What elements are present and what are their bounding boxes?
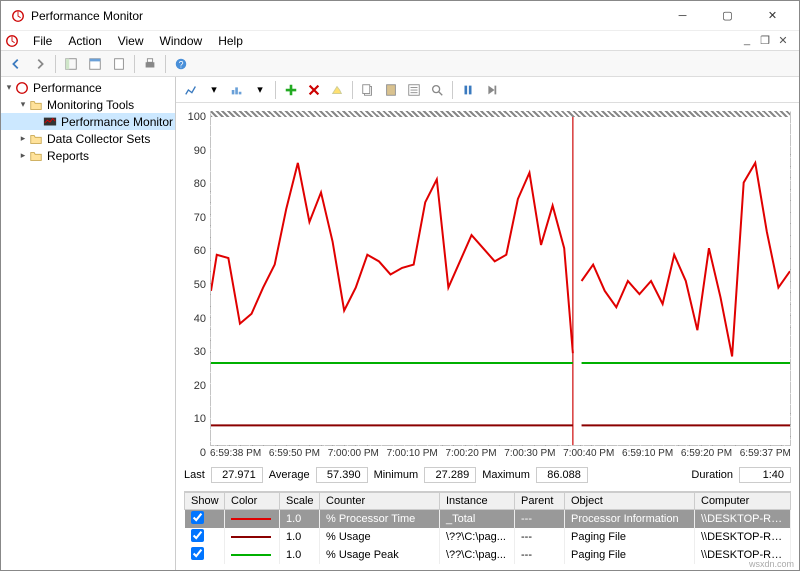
table-row[interactable]: 1.0% Usage Peak\??\C:\pag...---Paging Fi… <box>185 546 791 564</box>
col-show[interactable]: Show <box>185 493 225 510</box>
main-pane: ▾ ▾ 1009080706050403020100 6:59:38 PM6:5… <box>176 77 799 570</box>
max-label: Maximum <box>482 469 530 481</box>
last-label: Last <box>184 469 205 481</box>
col-scale[interactable]: Scale <box>280 493 320 510</box>
back-button[interactable] <box>5 53 27 75</box>
properties-button[interactable] <box>84 53 106 75</box>
highlight-button[interactable] <box>326 79 348 101</box>
tree-node-performance-monitor[interactable]: Performance Monitor <box>1 113 175 130</box>
chart-area[interactable] <box>210 111 791 446</box>
menu-action[interactable]: Action <box>60 32 109 50</box>
properties-button[interactable] <box>403 79 425 101</box>
delete-counter-button[interactable] <box>303 79 325 101</box>
view-histogram-button[interactable] <box>226 79 248 101</box>
dur-label: Duration <box>691 469 733 481</box>
zoom-button[interactable] <box>426 79 448 101</box>
main-toolbar: ? <box>1 51 799 77</box>
max-value: 86.088 <box>536 467 588 483</box>
last-value: 27.971 <box>211 467 263 483</box>
tree-node-data-collector-sets[interactable]: ▸Data Collector Sets <box>1 130 175 147</box>
show-checkbox[interactable] <box>191 547 204 560</box>
col-color[interactable]: Color <box>225 493 280 510</box>
menu-view[interactable]: View <box>110 32 152 50</box>
svg-text:?: ? <box>179 59 184 69</box>
menu-help[interactable]: Help <box>210 32 251 50</box>
x-axis-labels: 6:59:38 PM6:59:50 PM7:00:00 PM7:00:10 PM… <box>210 446 791 459</box>
min-label: Minimum <box>374 469 419 481</box>
minimize-button[interactable]: ─ <box>660 1 705 30</box>
show-checkbox[interactable] <box>191 529 204 542</box>
copy-button[interactable] <box>357 79 379 101</box>
mdi-close-button[interactable]: ✕ <box>775 34 791 47</box>
export-button[interactable] <box>108 53 130 75</box>
tree-node-monitoring-tools[interactable]: ▾Monitoring Tools <box>1 96 175 113</box>
min-value: 27.289 <box>424 467 476 483</box>
dur-value: 1:40 <box>739 467 791 483</box>
counter-table[interactable]: ShowColorScaleCounterInstanceParentObjec… <box>184 491 791 564</box>
y-axis-labels: 1009080706050403020100 <box>184 111 210 459</box>
app-icon-small <box>5 34 19 48</box>
table-row[interactable]: 1.0% Usage\??\C:\pag...---Paging File\\D… <box>185 528 791 546</box>
close-button[interactable]: ✕ <box>750 1 795 30</box>
paste-button[interactable] <box>380 79 402 101</box>
nav-tree[interactable]: ▾Performance▾Monitoring ToolsPerformance… <box>1 77 176 570</box>
stats-bar: Last 27.971 Average 57.390 Minimum 27.28… <box>176 461 799 489</box>
forward-button[interactable] <box>29 53 51 75</box>
freeze-button[interactable] <box>457 79 479 101</box>
app-icon <box>11 9 25 23</box>
watermark: wsxdn.com <box>749 559 794 569</box>
tree-node-reports[interactable]: ▸Reports <box>1 147 175 164</box>
add-counter-button[interactable] <box>280 79 302 101</box>
col-counter[interactable]: Counter <box>320 493 440 510</box>
col-computer[interactable]: Computer <box>695 493 791 510</box>
col-instance[interactable]: Instance <box>440 493 515 510</box>
mdi-restore-button[interactable]: ❐ <box>757 34 773 47</box>
window-title: Performance Monitor <box>31 9 143 23</box>
show-hide-tree-button[interactable] <box>60 53 82 75</box>
menu-window[interactable]: Window <box>152 32 211 50</box>
view-chart-button[interactable] <box>180 79 202 101</box>
dropdown-icon[interactable]: ▾ <box>249 79 271 101</box>
mdi-minimize-button[interactable]: _ <box>739 34 755 47</box>
avg-value: 57.390 <box>316 467 368 483</box>
print-button[interactable] <box>139 53 161 75</box>
chart-toolbar: ▾ ▾ <box>176 77 799 103</box>
table-row[interactable]: 1.0% Processor Time_Total---Processor In… <box>185 510 791 529</box>
maximize-button[interactable]: ▢ <box>705 1 750 30</box>
col-parent[interactable]: Parent <box>515 493 565 510</box>
update-button[interactable] <box>480 79 502 101</box>
avg-label: Average <box>269 469 310 481</box>
menu-file[interactable]: File <box>25 32 60 50</box>
dropdown-icon[interactable]: ▾ <box>203 79 225 101</box>
titlebar: Performance Monitor ─ ▢ ✕ <box>1 1 799 31</box>
show-checkbox[interactable] <box>191 511 204 524</box>
help-button[interactable]: ? <box>170 53 192 75</box>
tree-node-performance[interactable]: ▾Performance <box>1 79 175 96</box>
menubar: File Action View Window Help _ ❐ ✕ <box>1 31 799 51</box>
col-object[interactable]: Object <box>565 493 695 510</box>
